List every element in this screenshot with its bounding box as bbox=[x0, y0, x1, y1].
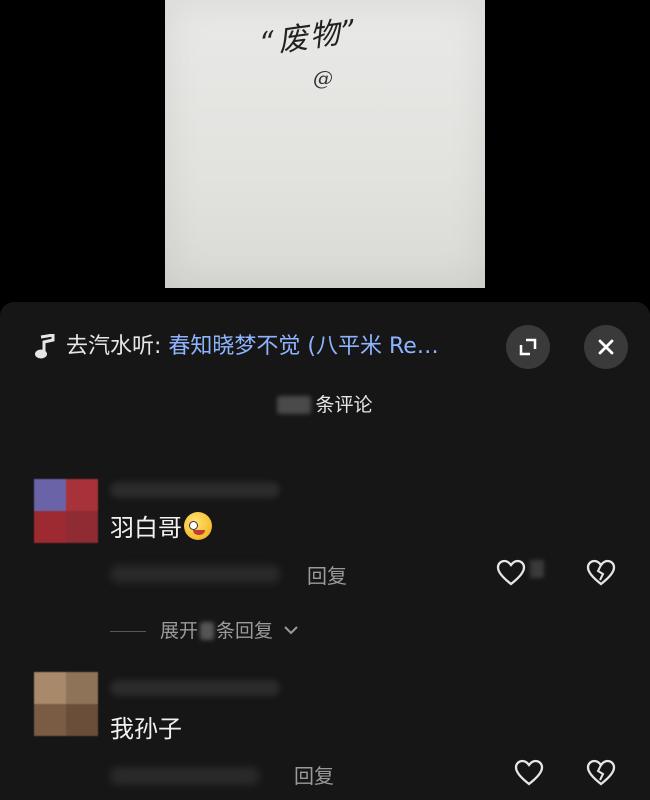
reply-count-redacted bbox=[200, 622, 215, 640]
screen: “废物” @ 去汽水听: 春知晓梦不觉 (八平米 Re… 条评论 羽白哥 回复 … bbox=[0, 0, 650, 800]
heart-icon[interactable] bbox=[496, 558, 526, 588]
broken-heart-icon[interactable] bbox=[586, 558, 616, 588]
music-note-icon bbox=[35, 334, 55, 359]
comment-count-number-redacted bbox=[277, 396, 312, 414]
comment-count: 条评论 bbox=[0, 390, 650, 417]
silly-face-emoji-icon bbox=[184, 512, 212, 540]
reply-button[interactable]: 回复 bbox=[294, 760, 334, 789]
music-row[interactable]: 去汽水听: 春知晓梦不觉 (八平米 Re… bbox=[0, 324, 650, 370]
expand-button[interactable] bbox=[506, 325, 550, 369]
expand-prefix: 展开 bbox=[160, 620, 199, 642]
comment-sheet: 去汽水听: 春知晓梦不觉 (八平米 Re… 条评论 羽白哥 回复 展开 条回复 … bbox=[0, 302, 650, 800]
video-frame[interactable]: “废物” @ bbox=[165, 0, 485, 288]
username-redacted[interactable] bbox=[110, 680, 280, 696]
music-link[interactable]: 去汽水听: 春知晓梦不觉 (八平米 Re… bbox=[66, 334, 486, 360]
avatar[interactable] bbox=[34, 672, 98, 736]
comment-count-label: 条评论 bbox=[315, 394, 373, 416]
reply-button[interactable]: 回复 bbox=[307, 560, 347, 589]
handwritten-at-sign: @ bbox=[313, 66, 333, 90]
like-count-redacted bbox=[530, 560, 544, 578]
username-redacted[interactable] bbox=[110, 482, 280, 498]
close-icon bbox=[598, 339, 614, 355]
comment-meta-redacted bbox=[110, 565, 280, 583]
comment-text: 羽白哥 bbox=[110, 512, 212, 543]
music-title[interactable]: 春知晓梦不觉 (八平米 Re… bbox=[168, 334, 438, 359]
broken-heart-icon[interactable] bbox=[586, 758, 616, 788]
close-button[interactable] bbox=[584, 325, 628, 369]
comment-text: 我孙子 bbox=[110, 715, 182, 743]
comment-meta-redacted bbox=[110, 767, 260, 785]
expand-replies-button[interactable]: 展开 条回复 bbox=[110, 616, 299, 643]
divider-line bbox=[110, 631, 146, 632]
expand-suffix: 条回复 bbox=[216, 620, 274, 642]
avatar[interactable] bbox=[34, 479, 98, 543]
handwritten-text: “废物” bbox=[258, 13, 362, 62]
heart-icon[interactable] bbox=[514, 758, 544, 788]
expand-icon bbox=[519, 338, 537, 356]
music-prefix: 去汽水听: bbox=[66, 334, 169, 359]
chevron-down-icon bbox=[284, 626, 298, 635]
comment-body: 羽白哥 bbox=[110, 514, 182, 542]
